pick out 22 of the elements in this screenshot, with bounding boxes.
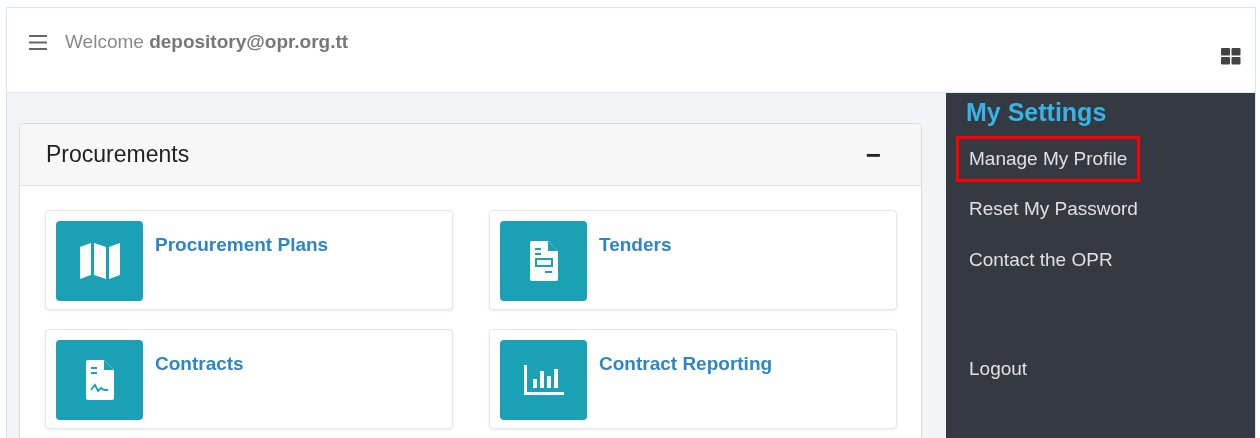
sidebar-link[interactable]: Contact the OPR [956,236,1126,283]
panel-title: Procurements [46,140,190,170]
tile-card[interactable]: Procurement Plans [45,210,453,310]
sidebar-title: My Settings [966,97,1108,128]
map-icon [77,241,122,281]
document-icon [528,241,559,281]
menu-icon[interactable] [29,34,47,50]
sidebar-link[interactable]: Logout [956,346,1041,393]
grid-icon[interactable] [1221,48,1241,65]
tile-card[interactable]: Tenders [489,210,897,310]
tile-link[interactable]: Procurement Plans [155,231,329,260]
tile-link[interactable]: Contract Reporting [599,350,773,379]
tile-card[interactable]: Contract Reporting [489,329,897,429]
contract-icon [84,360,115,400]
collapse-button[interactable]: − [865,141,881,168]
sidebar-link[interactable]: Reset My Password [956,186,1151,233]
tile-card[interactable]: Contracts [45,329,453,429]
bar-chart-icon [523,365,564,395]
welcome-text: Welcome depository@opr.org.tt [65,30,349,54]
sidebar-link[interactable]: Manage My Profile [956,135,1141,182]
tile-link[interactable]: Tenders [599,231,672,260]
tile-link[interactable]: Contracts [155,350,244,379]
